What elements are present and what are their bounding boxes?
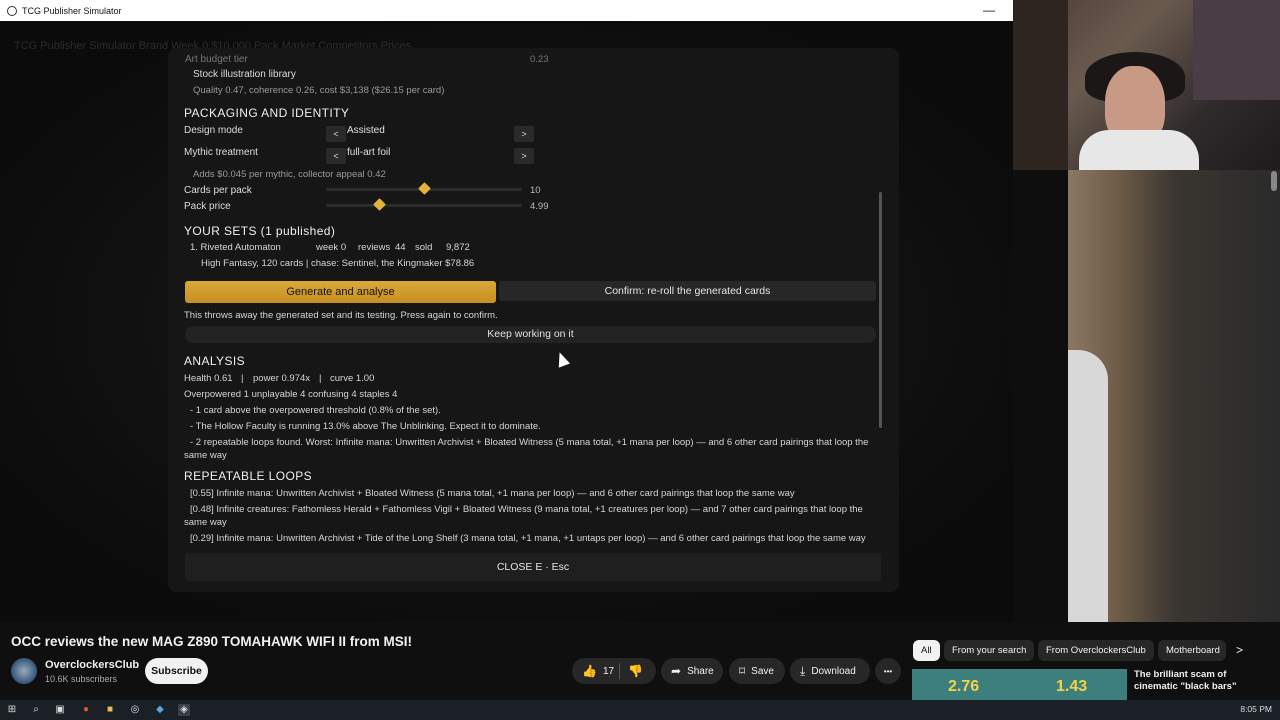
mythic-value: full-art foil [347, 147, 391, 158]
thumbs-down-icon[interactable]: 👎 [628, 664, 643, 678]
game-app-icon[interactable]: ◈ [178, 704, 190, 716]
app-icon [7, 5, 17, 16]
design-mode-value: Assisted [347, 125, 385, 136]
packaging-heading: PACKAGING AND IDENTITY [184, 106, 350, 120]
set-week: week 0 [316, 242, 347, 253]
chevron-right-icon[interactable]: > [1236, 643, 1243, 657]
clock: 8:05 PM [1240, 704, 1272, 714]
analysis-note: - The Hollow Faculty is running 13.0% ab… [190, 421, 541, 432]
video-side-content [1013, 170, 1280, 622]
art-budget-label: Art budget tier [185, 54, 248, 65]
analysis-power: power 0.974x [253, 373, 311, 384]
save-label: Save [751, 665, 774, 677]
reroll-warning: This throws away the generated set and i… [184, 310, 498, 321]
channel-name[interactable]: OverclockersClub [45, 659, 139, 671]
thumbnail-value: 2.76 [948, 678, 980, 695]
cards-per-pack-handle[interactable] [418, 182, 431, 195]
loop-item: [0.29] Infinite mana: Unwritten Archivis… [190, 533, 866, 544]
pack-price-label: Pack price [184, 201, 231, 212]
set-details: High Fantasy, 120 cards | chase: Sentine… [201, 258, 475, 269]
loop-item: [0.55] Infinite mana: Unwritten Archivis… [190, 488, 795, 499]
pack-price-slider[interactable] [326, 204, 522, 207]
search-icon[interactable]: ⌕ [30, 704, 42, 716]
divider [619, 663, 620, 679]
set-reviews-label: reviews [358, 242, 391, 253]
panel-scrollbar[interactable] [879, 192, 882, 428]
chip-from-channel[interactable]: From OverclockersClub [1038, 640, 1154, 661]
browser-icon[interactable]: ● [80, 704, 92, 716]
separator: | [319, 373, 322, 384]
app-icon[interactable]: ◆ [154, 704, 166, 716]
analysis-health: Health 0.61 [184, 373, 233, 384]
subscriber-count: 10.6K subscribers [45, 674, 118, 684]
mythic-note: Adds $0.045 per mythic, collector appeal… [193, 169, 386, 180]
download-label: Download [811, 665, 856, 677]
task-view-icon[interactable]: ▣ [54, 704, 66, 716]
set-sold: 9,872 [446, 242, 470, 253]
share-label: Share [687, 665, 714, 677]
loop-item: [0.48] Infinite creatures: Fathomless He… [184, 504, 863, 528]
share-icon: ➦ [671, 664, 682, 678]
thumbnail-value: 1.43 [1056, 678, 1088, 695]
analysis-heading: ANALYSIS [184, 354, 246, 368]
set-sold-label: sold [415, 242, 433, 253]
mythic-next-button[interactable]: > [514, 148, 534, 164]
set-reviews: 44 [395, 242, 406, 253]
generate-button[interactable]: Generate and analyse [185, 281, 496, 303]
pack-price-value: 4.99 [530, 201, 549, 212]
separator: | [241, 373, 244, 384]
mythic-prev-button[interactable]: < [326, 148, 346, 164]
analysis-note: - 2 repeatable loops found. Worst: Infin… [184, 437, 869, 461]
more-actions-button[interactable]: ••• [875, 658, 901, 684]
pack-price-handle[interactable] [373, 198, 386, 211]
game-window: TCG Publisher Simulator — TCG Publisher … [0, 0, 1013, 622]
recommendation-title[interactable]: The brilliant scam of cinematic "black b… [1134, 669, 1264, 693]
chip-motherboard[interactable]: Motherboard [1158, 640, 1226, 661]
close-button[interactable]: CLOSE E · Esc [185, 553, 881, 581]
cards-per-pack-value: 10 [530, 185, 541, 196]
art-summary: Quality 0.47, coherence 0.26, cost $3,13… [193, 85, 445, 96]
cards-per-pack-label: Cards per pack [184, 185, 252, 196]
keep-working-button[interactable]: Keep working on it [185, 326, 876, 343]
share-button[interactable]: ➦ Share [661, 658, 723, 684]
analysis-curve: curve 1.00 [330, 373, 375, 384]
loops-heading: REPEATABLE LOOPS [184, 469, 312, 483]
publish-panel: Art budget tier 0.23 Stock illustration … [168, 48, 899, 592]
thumbs-up-icon[interactable]: 👍 [582, 664, 597, 678]
title-bar: TCG Publisher Simulator — [0, 0, 1013, 21]
window-title: TCG Publisher Simulator [22, 5, 122, 16]
bookmark-icon: ⌑ [739, 664, 746, 678]
design-mode-label: Design mode [184, 125, 243, 136]
analysis-note: - 1 card above the overpowered threshold… [190, 405, 441, 416]
sets-heading: YOUR SETS (1 published) [184, 224, 336, 238]
save-button[interactable]: ⌑ Save [729, 658, 785, 684]
like-dislike-group: 👍 17 👎 [572, 658, 656, 684]
analysis-counts: Overpowered 1 unplayable 4 confusing 4 s… [184, 389, 398, 400]
taskbar: ⊞ ⌕ ▣ ● ■ ◎ ◆ ◈ 8:05 PM [0, 700, 1280, 720]
art-budget-value: 0.23 [530, 54, 549, 65]
channel-avatar[interactable] [11, 658, 37, 684]
folder-icon[interactable]: ■ [104, 704, 116, 716]
steam-icon[interactable]: ◎ [129, 704, 141, 716]
minimize-button[interactable]: — [983, 3, 995, 17]
subscribe-button[interactable]: Subscribe [145, 658, 208, 684]
chip-all[interactable]: All [913, 640, 940, 661]
art-source: Stock illustration library [193, 69, 296, 80]
download-icon: ⤓ [800, 663, 806, 678]
set-name[interactable]: 1. Riveted Automaton [190, 242, 281, 253]
like-count[interactable]: 17 [603, 666, 614, 677]
download-button[interactable]: ⤓ Download [790, 658, 870, 684]
design-mode-prev-button[interactable]: < [326, 126, 346, 142]
design-mode-next-button[interactable]: > [514, 126, 534, 142]
page-scrollbar[interactable] [1271, 171, 1277, 191]
webcam-overlay [1013, 0, 1280, 170]
confirm-reroll-button[interactable]: Confirm: re-roll the generated cards [499, 281, 876, 301]
recommendation-thumbnail[interactable]: 2.76 1.43 [912, 669, 1127, 700]
start-icon[interactable]: ⊞ [6, 704, 18, 716]
video-title: OCC reviews the new MAG Z890 TOMAHAWK WI… [11, 634, 413, 649]
mythic-label: Mythic treatment [184, 147, 258, 158]
chip-from-search[interactable]: From your search [944, 640, 1035, 661]
